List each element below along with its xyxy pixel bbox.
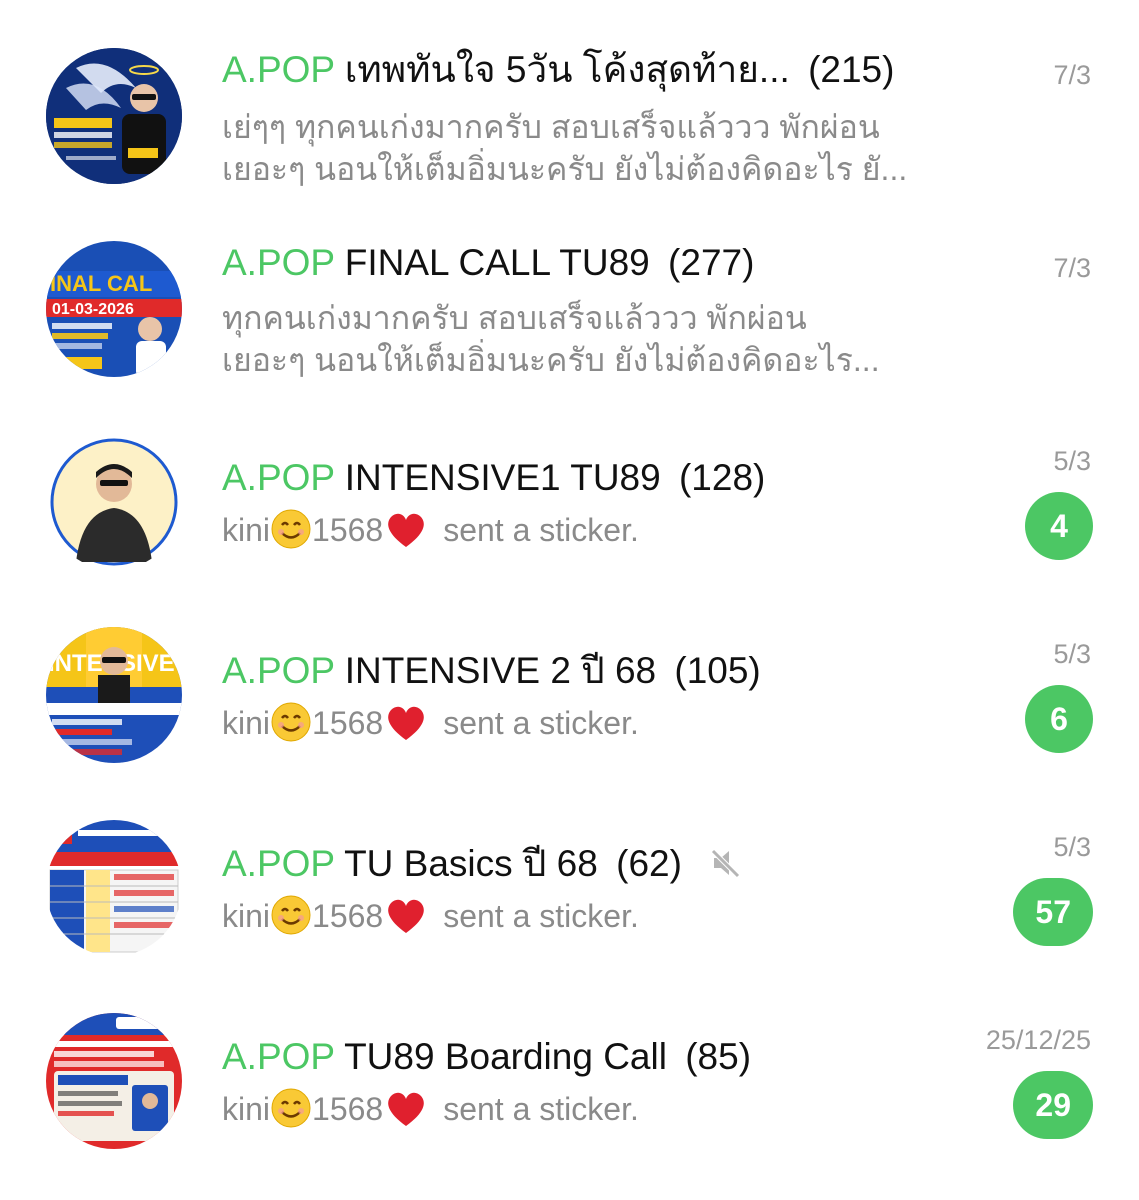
mute-icon [711,849,740,878]
last-message: kini 1568 sent a sticker. [222,701,639,745]
poster-thumbnail-icon [46,820,182,956]
timestamp: 25/12/25 [985,1025,1091,1055]
last-message: kini 1568 sent a sticker. [222,1087,639,1131]
red-heart-emoji-icon [388,513,425,547]
timestamp: 5/3 [1053,832,1091,862]
timestamp: 5/3 [1053,446,1091,476]
sender-number: 1568 [312,705,384,741]
sender-name: kini [222,512,271,548]
brand-label: A.POP [222,843,335,884]
profile-photo-icon [46,434,182,570]
message-preview: เย่ๆๆ ทุกคนเก่งมากครับ สอบเสร็จแล้ววว พั… [222,106,982,190]
red-heart-emoji-icon [388,899,425,933]
preview-line: ทุกคนเก่งมากครับ สอบเสร็จแล้ววว พักผ่อน [222,300,807,336]
smiling-face-emoji-icon [271,509,311,549]
unread-badge: 57 [1013,878,1093,946]
group-name: INTENSIVE1 TU89 [344,457,661,498]
group-avatar[interactable]: INTENSIVE [46,627,182,763]
group-avatar[interactable] [46,48,182,184]
sender-number: 1568 [312,512,384,548]
timestamp: 7/3 [1053,60,1091,90]
preview-line: เย่ๆๆ ทุกคนเก่งมากครับ สอบเสร็จแล้ววว พั… [222,109,880,145]
chat-title: A.POP เทพทันใจ 5วัน โค้งสุดท้าย... (215) [222,48,894,92]
smiling-face-emoji-icon [271,895,311,935]
svg-text:01-03-2026: 01-03-2026 [52,301,134,318]
member-count: (62) [616,843,682,884]
message-preview: ทุกคนเก่งมากครับ สอบเสร็จแล้ววว พักผ่อน … [222,297,982,381]
last-message: kini 1568 sent a sticker. [222,894,639,938]
group-avatar[interactable] [46,434,182,570]
chat-title: A.POP FINAL CALL TU89 (277) [222,241,754,285]
brand-label: A.POP [222,1036,335,1077]
chat-row-intensive2[interactable]: INTENSIVE A.POP INTENSIVE 2 ปี 68 (105) … [0,579,1139,772]
poster-thumbnail-icon [46,48,182,184]
red-heart-emoji-icon [388,1092,425,1126]
message-text: sent a sticker. [443,898,639,934]
member-count: (128) [678,457,766,498]
group-name: INTENSIVE 2 ปี 68 [344,650,657,691]
brand-label: A.POP [222,457,335,498]
preview-line: เยอะๆ นอนให้เต็มอิ่มนะครับ ยังไม่ต้องคิด… [222,151,908,187]
timestamp: 5/3 [1053,639,1091,669]
poster-thumbnail-icon: INTENSIVE [46,627,182,763]
timestamp: 7/3 [1053,253,1091,283]
sender-name: kini [222,705,271,741]
member-count: (105) [674,650,761,691]
chat-row-intensive1[interactable]: A.POP INTENSIVE1 TU89 (128) 5/3 kini 1568… [0,386,1139,579]
sender-number: 1568 [312,1091,384,1127]
brand-label: A.POP [222,242,335,283]
sender-name: kini [222,898,271,934]
chat-row-final-call[interactable]: INAL CAL 01-03-2026 A.POP FINAL CALL TU8… [0,193,1139,386]
chat-title: A.POP TU Basics ปี 68 (62) [222,842,744,886]
sender-name: kini [222,1091,271,1127]
group-name: FINAL CALL TU89 [344,242,650,283]
message-text: sent a sticker. [443,1091,639,1127]
brand-label: A.POP [222,650,335,691]
chat-row-boarding-call[interactable]: A.POP TU89 Boarding Call (85) 25/12/25 k… [0,965,1139,1158]
chat-row-tu-basics[interactable]: A.POP TU Basics ปี 68 (62) 5/3 kini 1568 s… [0,772,1139,965]
chat-title: A.POP TU89 Boarding Call (85) [222,1035,751,1079]
member-count: (215) [808,49,895,90]
chat-row-tepthanjai[interactable]: A.POP เทพทันใจ 5วัน โค้งสุดท้าย... (215)… [0,0,1139,193]
unread-badge: 4 [1025,492,1093,560]
last-message: kini 1568 sent a sticker. [222,508,639,552]
sender-number: 1568 [312,898,384,934]
message-text: sent a sticker. [443,512,639,548]
poster-thumbnail-icon: INAL CAL 01-03-2026 [46,241,182,377]
smiling-face-emoji-icon [271,1088,311,1128]
group-avatar[interactable] [46,820,182,956]
member-count: (85) [685,1036,752,1077]
chat-title: A.POP INTENSIVE1 TU89 (128) [222,456,765,500]
brand-label: A.POP [222,49,335,90]
message-text: sent a sticker. [443,705,639,741]
smiling-face-emoji-icon [271,702,311,742]
unread-badge: 6 [1025,685,1093,753]
preview-line: เยอะๆ นอนให้เต็มอิ่มนะครับ ยังไม่ต้องคิด… [222,342,880,378]
svg-text:INAL CAL: INAL CAL [50,271,152,296]
group-avatar[interactable]: INAL CAL 01-03-2026 [46,241,182,377]
group-name: TU89 Boarding Call [344,1036,667,1077]
chat-list: A.POP เทพทันใจ 5วัน โค้งสุดท้าย... (215)… [0,0,1139,1200]
red-heart-emoji-icon [388,706,425,740]
member-count: (277) [668,242,755,283]
group-name: เทพทันใจ 5วัน โค้งสุดท้าย... [344,49,790,90]
poster-thumbnail-icon [46,1013,182,1149]
group-name: TU Basics ปี 68 [344,843,598,884]
unread-badge: 29 [1013,1071,1093,1139]
chat-title: A.POP INTENSIVE 2 ปี 68 (105) [222,649,761,693]
group-avatar[interactable] [46,1013,182,1149]
